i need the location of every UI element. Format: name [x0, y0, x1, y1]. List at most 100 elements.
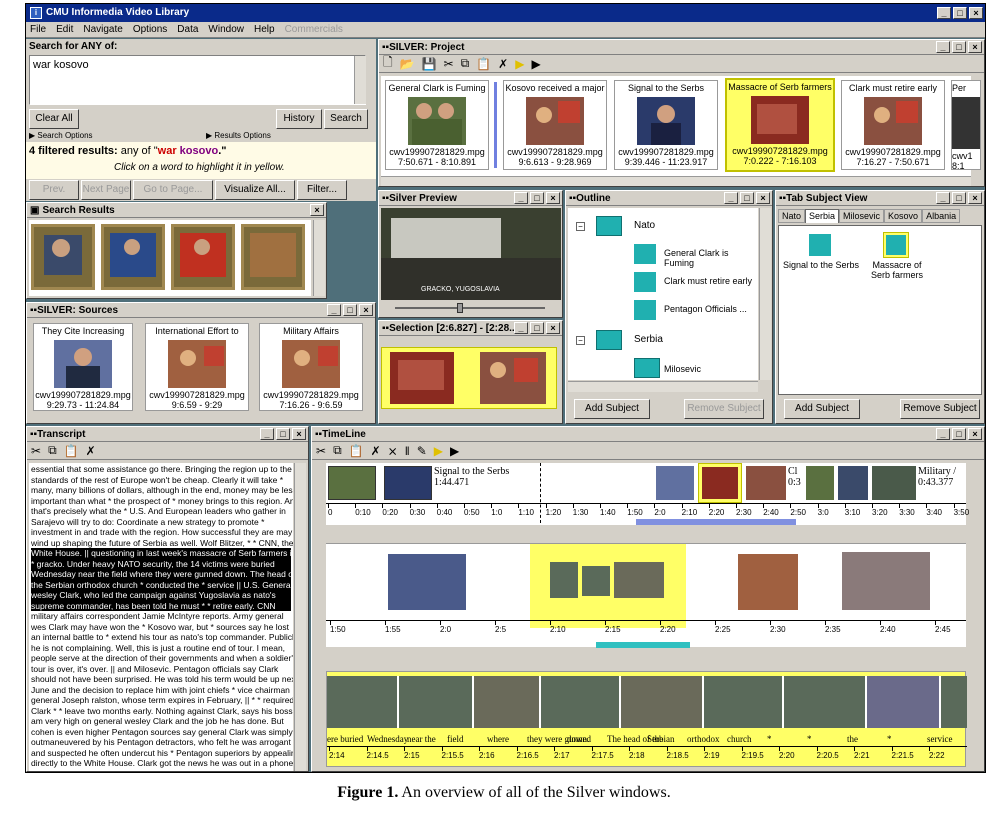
collapse-icon[interactable]: − — [576, 336, 585, 345]
maximize-icon[interactable]: □ — [343, 304, 357, 316]
transcript-line[interactable]: essential that some assistance go there.… — [31, 464, 292, 475]
preview-video[interactable]: GRACKO, YUGOSLAVIA — [381, 208, 561, 300]
transcript-line[interactable]: he is not complaining. Well, this is jus… — [31, 643, 291, 654]
delete-icon[interactable]: ✗ — [498, 57, 508, 71]
zoom-range-bar[interactable] — [596, 642, 690, 648]
outline-node-milosevic[interactable]: Milosevic — [664, 364, 701, 374]
paste-icon[interactable]: 📋 — [476, 57, 491, 71]
search-input[interactable]: war kosovo — [29, 55, 366, 105]
timeline-clip[interactable] — [384, 466, 432, 500]
transcript-scrollbar[interactable] — [294, 463, 306, 771]
transcript-word[interactable]: orthodox — [687, 734, 720, 744]
collapse-icon[interactable]: − — [576, 222, 585, 231]
transcript-word[interactable]: * — [767, 734, 772, 744]
result-thumbnail[interactable] — [101, 224, 165, 290]
split-icon[interactable]: ⨯ — [388, 444, 398, 458]
tab-milosevic[interactable]: Milosevic — [839, 209, 885, 223]
menu-options[interactable]: Options — [133, 24, 167, 35]
transcript-line[interactable]: wes Clark may have won the * Kosovo war,… — [31, 622, 291, 633]
outline-item[interactable]: General Clark is Fuming — [664, 248, 758, 268]
menu-file[interactable]: File — [30, 24, 46, 35]
search-button[interactable]: Search — [324, 109, 368, 129]
source-card[interactable]: They Cite Increasing cwv199907281829.mpg 9… — [33, 323, 133, 411]
source-card[interactable]: International Effort to cwv199907281829.m… — [145, 323, 249, 411]
cut-icon[interactable]: ✂ — [444, 57, 454, 71]
close-icon[interactable]: × — [546, 322, 560, 334]
transcript-line[interactable]: wesley Clark, who led the campaign again… — [31, 590, 291, 601]
paste-icon[interactable]: 📋 — [349, 444, 364, 458]
preview-slider[interactable] — [381, 302, 561, 314]
menu-data[interactable]: Data — [177, 24, 198, 35]
transcript-word[interactable]: Serbian — [647, 734, 675, 744]
maximize-icon[interactable]: □ — [276, 428, 290, 440]
transcript-line[interactable]: directly to the White House. Clark got t… — [31, 758, 293, 769]
clear-all-button[interactable]: Clear All — [29, 109, 79, 129]
transcript-word[interactable]: Wednesday — [367, 734, 408, 744]
transcript-line[interactable]: Sarajevo will try to do: Coordinate a ne… — [31, 517, 291, 528]
tab-nato[interactable]: Nato — [778, 209, 806, 223]
maximize-icon[interactable]: □ — [530, 192, 544, 204]
transcript-line[interactable]: important than what * the prospect of * … — [31, 496, 293, 507]
timeline-filmstrip[interactable] — [327, 676, 967, 728]
transcript-line[interactable]: people serve at the direction of their g… — [31, 653, 293, 664]
delete-icon[interactable]: ✗ — [86, 444, 96, 458]
close-icon[interactable]: × — [968, 428, 982, 440]
maximize-icon[interactable]: □ — [952, 41, 966, 53]
transcript-line[interactable]: Wednesday near the field where they were… — [31, 569, 293, 580]
timeline-frame[interactable] — [842, 552, 930, 610]
timeline-frame[interactable] — [550, 562, 578, 598]
transcript-word[interactable]: near the — [407, 734, 436, 744]
new-icon[interactable]: 🗋 — [383, 53, 393, 74]
cut-icon[interactable]: ✂ — [316, 444, 326, 458]
transcript-line[interactable]: many, many billions of dollars, although… — [31, 485, 293, 496]
minimize-icon[interactable]: _ — [514, 322, 528, 334]
minimize-icon[interactable]: _ — [937, 7, 951, 19]
outline-node-nato[interactable]: Nato — [634, 220, 655, 231]
selection-frame[interactable] — [480, 352, 546, 404]
minimize-icon[interactable]: _ — [936, 192, 950, 204]
timeline-clip[interactable] — [806, 466, 834, 500]
transcript-line[interactable]: investment in and trade with the region.… — [31, 527, 292, 538]
result-thumbnail[interactable] — [31, 224, 95, 290]
play-step-icon[interactable]: ▶ — [531, 57, 540, 71]
close-icon[interactable]: × — [292, 428, 306, 440]
menu-window[interactable]: Window — [208, 24, 244, 35]
project-card[interactable]: Kosovo received a major cwv199907281829.m… — [503, 80, 607, 170]
project-hscrollbar[interactable] — [381, 176, 971, 186]
result-thumbnail[interactable] — [241, 224, 305, 290]
copy-icon[interactable]: ⧉ — [461, 56, 470, 71]
subject-item[interactable]: Massacre of Serb farmers — [865, 260, 929, 280]
timeline-clip[interactable] — [838, 466, 868, 500]
selection-frame[interactable] — [390, 352, 454, 404]
transcript-line[interactable]: * gracko. Under heavy NATO security, the… — [31, 558, 291, 569]
transcript-line[interactable]: outmaneuvered by his Pentagon detractors… — [31, 737, 291, 748]
transcript-line[interactable]: cohen is even higher Pentagon sources sa… — [31, 727, 293, 738]
query-word-kosovo[interactable]: kosovo — [180, 145, 219, 157]
transcript-word[interactable]: church — [727, 734, 752, 744]
save-icon[interactable]: 💾 — [422, 57, 437, 71]
maximize-icon[interactable]: □ — [740, 192, 754, 204]
transcript-word[interactable]: where — [487, 734, 509, 744]
paste-icon[interactable]: 📋 — [64, 444, 79, 458]
transcript-word[interactable]: * — [887, 734, 892, 744]
close-icon[interactable]: × — [756, 192, 770, 204]
outline-hscrollbar[interactable] — [568, 381, 758, 392]
transcript-line[interactable]: military affairs correspondent Jamie McI… — [31, 611, 291, 622]
visualize-all-button[interactable]: Visualize All... — [215, 180, 295, 200]
transcript-word[interactable]: ere buried — [327, 734, 363, 744]
prev-page-button[interactable]: Prev. Page — [29, 180, 79, 200]
close-icon[interactable]: × — [310, 204, 324, 216]
clip-icon[interactable] — [809, 234, 831, 256]
transcript-line[interactable]: wind up shaping the future of Serbia as … — [31, 538, 293, 549]
outline-vscrollbar[interactable] — [759, 208, 771, 380]
transcript-word[interactable]: field — [447, 734, 464, 744]
results-scrollbar[interactable] — [313, 220, 325, 296]
open-icon[interactable]: 📂 — [400, 57, 415, 71]
timeline-frame[interactable] — [738, 554, 798, 610]
copy-icon[interactable]: ⧉ — [333, 443, 342, 458]
transcript-line[interactable]: and suspected he often undercut his * Pe… — [31, 748, 293, 759]
timeline-clip[interactable] — [328, 466, 376, 500]
transcript-line[interactable]: the Serbian orthodox church * conducted … — [31, 579, 292, 590]
minimize-icon[interactable]: _ — [724, 192, 738, 204]
transcript-word[interactable]: the — [847, 734, 858, 744]
